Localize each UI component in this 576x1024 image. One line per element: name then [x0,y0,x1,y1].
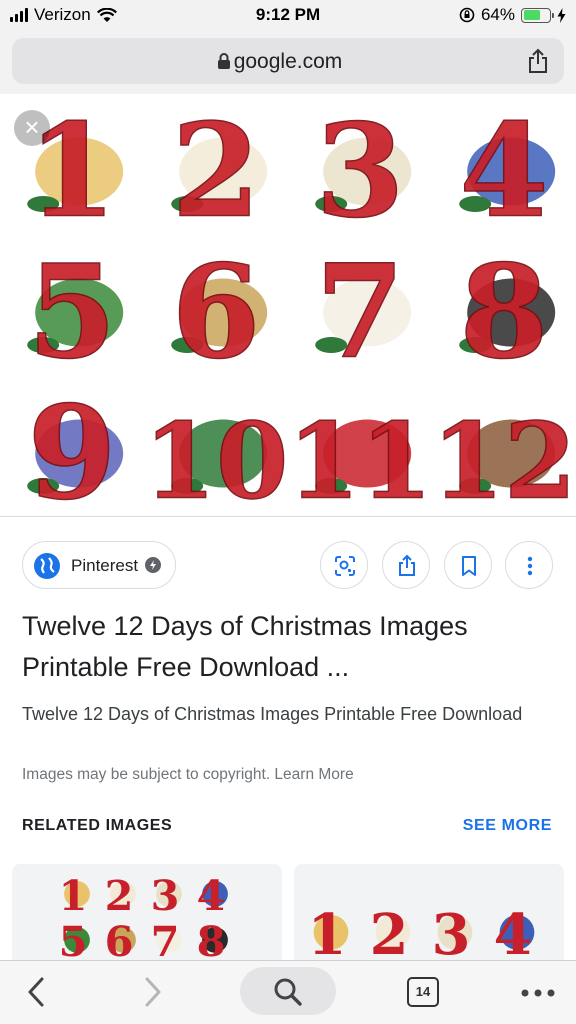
bottom-toolbar: 14 [0,960,576,1024]
share-icon [399,554,415,576]
ornament-tile: 4 [459,96,556,247]
status-bar: Verizon 9:12 PM 64% [0,0,576,30]
see-more-link[interactable]: SEE MORE [463,817,552,835]
forward-icon[interactable] [137,969,167,1015]
ornament-tile: 3 [315,96,412,247]
ornament-number: 9 [27,378,116,516]
thumb-number: 6 [105,917,134,966]
verified-icon [145,557,161,573]
ornament-tile: 6 [171,237,268,388]
ornament-number: 10 [144,399,289,516]
thumb-number: 2 [370,903,409,968]
search-icon [274,978,302,1006]
hero-image[interactable]: 1 2 3 4 5 6 7 8 9 10 11 12 × [0,94,576,516]
more-horiz-icon[interactable] [518,969,558,1015]
bookmark-icon [462,556,476,576]
ornament-tile: 9 [27,378,124,516]
ornament-number: 4 [459,96,548,246]
ornament-tile: 7 [315,237,412,388]
ornament-tile: 8 [459,237,556,388]
thumb-number: 8 [197,917,226,966]
close-icon[interactable]: × [14,110,50,146]
ornament-number: 5 [27,237,116,387]
ornament-tile: 5 [27,237,124,388]
thumb-number: 3 [151,871,180,920]
ornament-number: 12 [432,399,576,516]
related-image-1[interactable]: 1234 5678 [12,864,282,974]
search-button[interactable] [240,967,336,1015]
lens-icon [335,556,355,576]
related-images-heading: RELATED IMAGES [22,817,173,834]
url-text[interactable]: google.com [12,50,564,74]
more-vert-icon [527,556,533,576]
thumb-number: 4 [197,871,226,920]
battery-icon [521,7,554,23]
related-thumbnail: 1234 [308,903,535,968]
ornament-number: 11 [288,399,433,516]
tabs-icon[interactable]: 14 [407,977,439,1007]
ornament-number: 6 [171,237,260,387]
thumb-number: 1 [59,871,88,920]
ornament-number: 2 [171,96,260,246]
thumb-number: 4 [494,903,533,968]
address-bar-container: google.com [0,30,576,94]
ornament-tile: 12 [431,399,576,516]
share-button[interactable] [382,541,430,589]
result-title[interactable]: Twelve 12 Days of Christmas Images Print… [22,606,562,688]
thumb-number: 3 [432,903,471,968]
bookmark-button[interactable] [444,541,492,589]
copyright-notice[interactable]: Images may be subject to copyright. Lear… [22,766,354,784]
ornament-grid: 1 2 3 45 6 7 89 10 11 12 [27,96,576,516]
ornament-tile: 2 [171,96,268,247]
thumb-number: 1 [308,903,347,968]
address-bar[interactable]: google.com [12,38,564,84]
related-thumbnail: 1 2 3 4 5 6 7 8 [59,871,228,966]
source-chip[interactable]: Pinterest [22,541,176,589]
ornament-number: 3 [315,96,404,246]
ornament-number: 8 [459,237,548,387]
ornament-tile: 11 [287,399,433,516]
thumb-number: 7 [151,917,180,966]
more-options-button[interactable] [505,541,553,589]
share-icon[interactable] [526,48,550,74]
charging-icon [557,7,566,23]
divider [0,516,576,517]
thumb-number: 5 [59,917,88,966]
related-image-2[interactable]: 1234 [294,864,564,974]
result-description: Twelve 12 Days of Christmas Images Print… [22,704,523,724]
globe-icon [34,553,60,579]
ornament-tile: 10 [143,399,289,516]
ornament-number: 7 [315,237,404,387]
thumb-number: 2 [105,871,134,920]
lens-button[interactable] [320,541,368,589]
back-icon[interactable] [22,969,52,1015]
battery-percent: 64% [480,5,515,24]
orientation-lock-icon [459,7,475,23]
source-name: Pinterest [71,556,139,575]
